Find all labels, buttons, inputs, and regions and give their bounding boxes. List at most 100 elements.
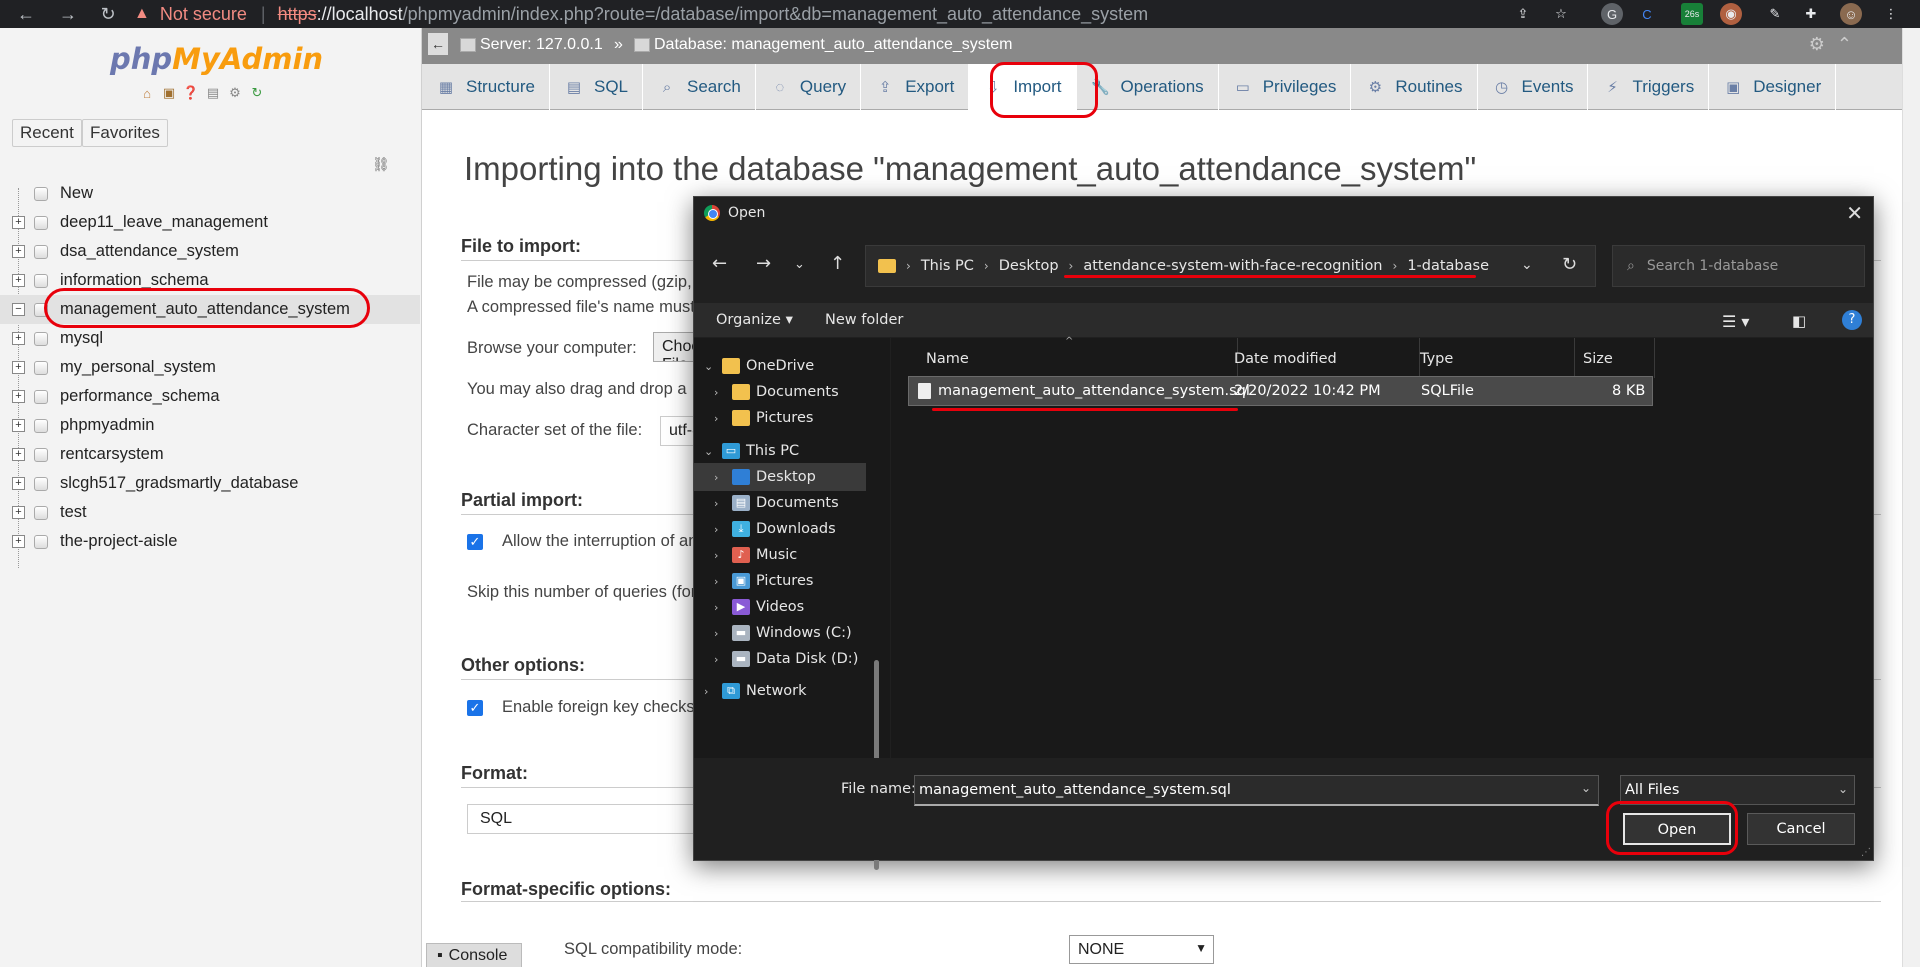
extension-pen-icon[interactable]: ✎ (1764, 3, 1786, 25)
nav-pane-item[interactable]: › ▤ Documents (694, 489, 866, 517)
chevron-down-icon[interactable]: ⌄ (1581, 781, 1591, 795)
format-select[interactable]: SQL (467, 804, 727, 834)
expand-icon[interactable]: + (12, 332, 25, 345)
expand-icon[interactable]: + (12, 390, 25, 403)
tree-database-item[interactable]: + the-project-aisle (0, 527, 420, 556)
nav-pane-item[interactable]: › Desktop (694, 463, 866, 491)
sql-compat-select[interactable]: NONE ▼ (1069, 935, 1214, 964)
collapse-top-icon[interactable]: ⌃ (1837, 34, 1852, 55)
dialog-back-icon[interactable]: ← (712, 253, 727, 274)
nav-pane-item[interactable]: › Documents (694, 378, 866, 406)
extension-owl-icon[interactable]: ◉ (1720, 3, 1742, 25)
file-type-select[interactable]: All Files ⌄ (1620, 775, 1855, 805)
path-segment[interactable]: This PC (921, 258, 974, 274)
column-name[interactable]: Name (926, 351, 969, 367)
chevron-right-icon[interactable]: › (714, 653, 718, 666)
grammarly-icon[interactable]: G (1601, 3, 1623, 25)
link-with-main-icon[interactable]: ⛓ (372, 156, 390, 173)
expand-icon[interactable]: + (12, 506, 25, 519)
chevron-right-icon[interactable]: › (704, 685, 708, 698)
back-arrow-icon[interactable]: ← (12, 0, 40, 28)
chevron-right-icon[interactable]: › (714, 601, 718, 614)
column-divider[interactable] (1574, 338, 1575, 378)
collapse-nav-button[interactable]: ← (428, 33, 448, 55)
expand-icon[interactable]: + (12, 361, 25, 374)
preview-pane-icon[interactable]: ◧ (1792, 312, 1806, 330)
expand-icon[interactable]: + (12, 274, 25, 287)
phpmyadmin-logo[interactable]: phpMyAdmin (110, 42, 323, 76)
tab-search[interactable]: ⌕ Search (643, 64, 756, 110)
dialog-forward-icon[interactable]: → (756, 253, 771, 274)
organize-button[interactable]: Organize ▾ (716, 312, 793, 328)
reload-nav-icon[interactable]: ↻ (248, 84, 266, 102)
open-button[interactable]: Open (1623, 813, 1731, 845)
help-icon[interactable]: ? (1842, 310, 1862, 330)
tree-database-item[interactable]: + information_schema (0, 266, 420, 295)
recent-locations-icon[interactable]: ⌄ (794, 257, 805, 272)
tree-database-item[interactable]: + my_personal_system (0, 353, 420, 382)
expand-icon[interactable]: + (12, 477, 25, 490)
tab-operations[interactable]: 🔧 Operations (1077, 64, 1219, 110)
tree-database-item[interactable]: + dsa_attendance_system (0, 237, 420, 266)
path-segment[interactable]: Desktop (999, 258, 1059, 274)
tab-structure[interactable]: ▦ Structure (422, 64, 550, 110)
tab-events[interactable]: ◷ Events (1478, 64, 1589, 110)
expand-icon[interactable]: + (12, 448, 25, 461)
share-icon[interactable]: ⇪ (1512, 3, 1534, 25)
tree-database-item[interactable]: + performance_schema (0, 382, 420, 411)
path-segment[interactable]: 1-database (1407, 258, 1489, 274)
cancel-button[interactable]: Cancel (1747, 813, 1855, 845)
tree-database-item[interactable]: + slcgh517_gradsmartly_database (0, 469, 420, 498)
tab-recent[interactable]: Recent (12, 119, 82, 147)
tree-database-item[interactable]: + rentcarsystem (0, 440, 420, 469)
expand-icon[interactable]: + (12, 245, 25, 258)
collapse-icon[interactable]: − (12, 303, 25, 316)
settings-icon[interactable]: ⚙ (226, 84, 244, 102)
dialog-address-bar[interactable]: › This PC › Desktop › attendance-system-… (865, 245, 1596, 287)
forward-arrow-icon[interactable]: → (54, 0, 82, 28)
profile-avatar[interactable]: ☺ (1840, 3, 1862, 25)
chevron-right-icon[interactable]: › (714, 627, 718, 640)
chevron-right-icon[interactable]: › (714, 549, 718, 562)
refresh-icon[interactable]: ↻ (1562, 254, 1577, 275)
path-segment[interactable]: attendance-system-with-face-recognition (1083, 258, 1382, 274)
nav-pane-item[interactable]: › ▶ Videos (694, 593, 866, 621)
new-folder-button[interactable]: New folder (825, 312, 903, 328)
nav-pane-item[interactable]: › ▬ Data Disk (D:) (694, 645, 866, 673)
reload-icon[interactable]: ↻ (94, 0, 122, 28)
tab-export[interactable]: ⇪ Export (861, 64, 970, 110)
tab-import[interactable]: ⇩ Import (969, 64, 1077, 110)
chevron-down-icon[interactable]: ⌄ (704, 360, 713, 373)
nav-pane-item[interactable]: › ▬ Windows (C:) (694, 619, 866, 647)
page-settings-icon[interactable]: ⚙ (1809, 34, 1825, 55)
up-folder-icon[interactable]: ↑ (830, 253, 845, 274)
column-type[interactable]: Type (1420, 351, 1453, 367)
breadcrumb-database[interactable]: Database: management_auto_attendance_sys… (634, 36, 1012, 54)
column-date[interactable]: Date modified (1234, 351, 1337, 367)
nav-pane-item[interactable]: › ⤓ Downloads (694, 515, 866, 543)
chevron-right-icon[interactable]: › (714, 523, 718, 536)
chevron-right-icon[interactable]: › (714, 575, 718, 588)
page-scrollbar[interactable] (1902, 28, 1920, 967)
expand-icon[interactable]: + (12, 535, 25, 548)
extension-timer-icon[interactable]: 26s (1681, 3, 1703, 25)
breadcrumb-server[interactable]: Server: 127.0.0.1 (460, 36, 603, 54)
tab-favorites[interactable]: Favorites (82, 119, 168, 147)
tab-sql[interactable]: ▤ SQL (550, 64, 644, 110)
nav-pane-item[interactable]: ⌄ ▭ This PC (694, 437, 866, 465)
logout-icon[interactable]: ▣ (160, 84, 178, 102)
tree-database-item[interactable]: + phpmyadmin (0, 411, 420, 440)
expand-icon[interactable]: + (12, 419, 25, 432)
help-icon[interactable]: ❓ (182, 84, 200, 102)
nav-pane-item[interactable]: › Pictures (694, 404, 866, 432)
tab-designer[interactable]: ▣ Designer (1709, 64, 1837, 110)
tab-privileges[interactable]: ▭ Privileges (1219, 64, 1352, 110)
file-name-input[interactable]: management_auto_attendance_system.sql (914, 775, 1599, 806)
column-size[interactable]: Size (1583, 351, 1613, 367)
column-divider[interactable] (1654, 338, 1655, 378)
file-row[interactable]: management_auto_attendance_system.sql 2/… (908, 376, 1653, 406)
tab-routines[interactable]: ⚙ Routines (1351, 64, 1478, 110)
browser-menu-icon[interactable]: ⋮ (1880, 3, 1902, 25)
tree-new-item[interactable]: New (0, 179, 420, 208)
home-icon[interactable]: ⌂ (138, 84, 156, 102)
